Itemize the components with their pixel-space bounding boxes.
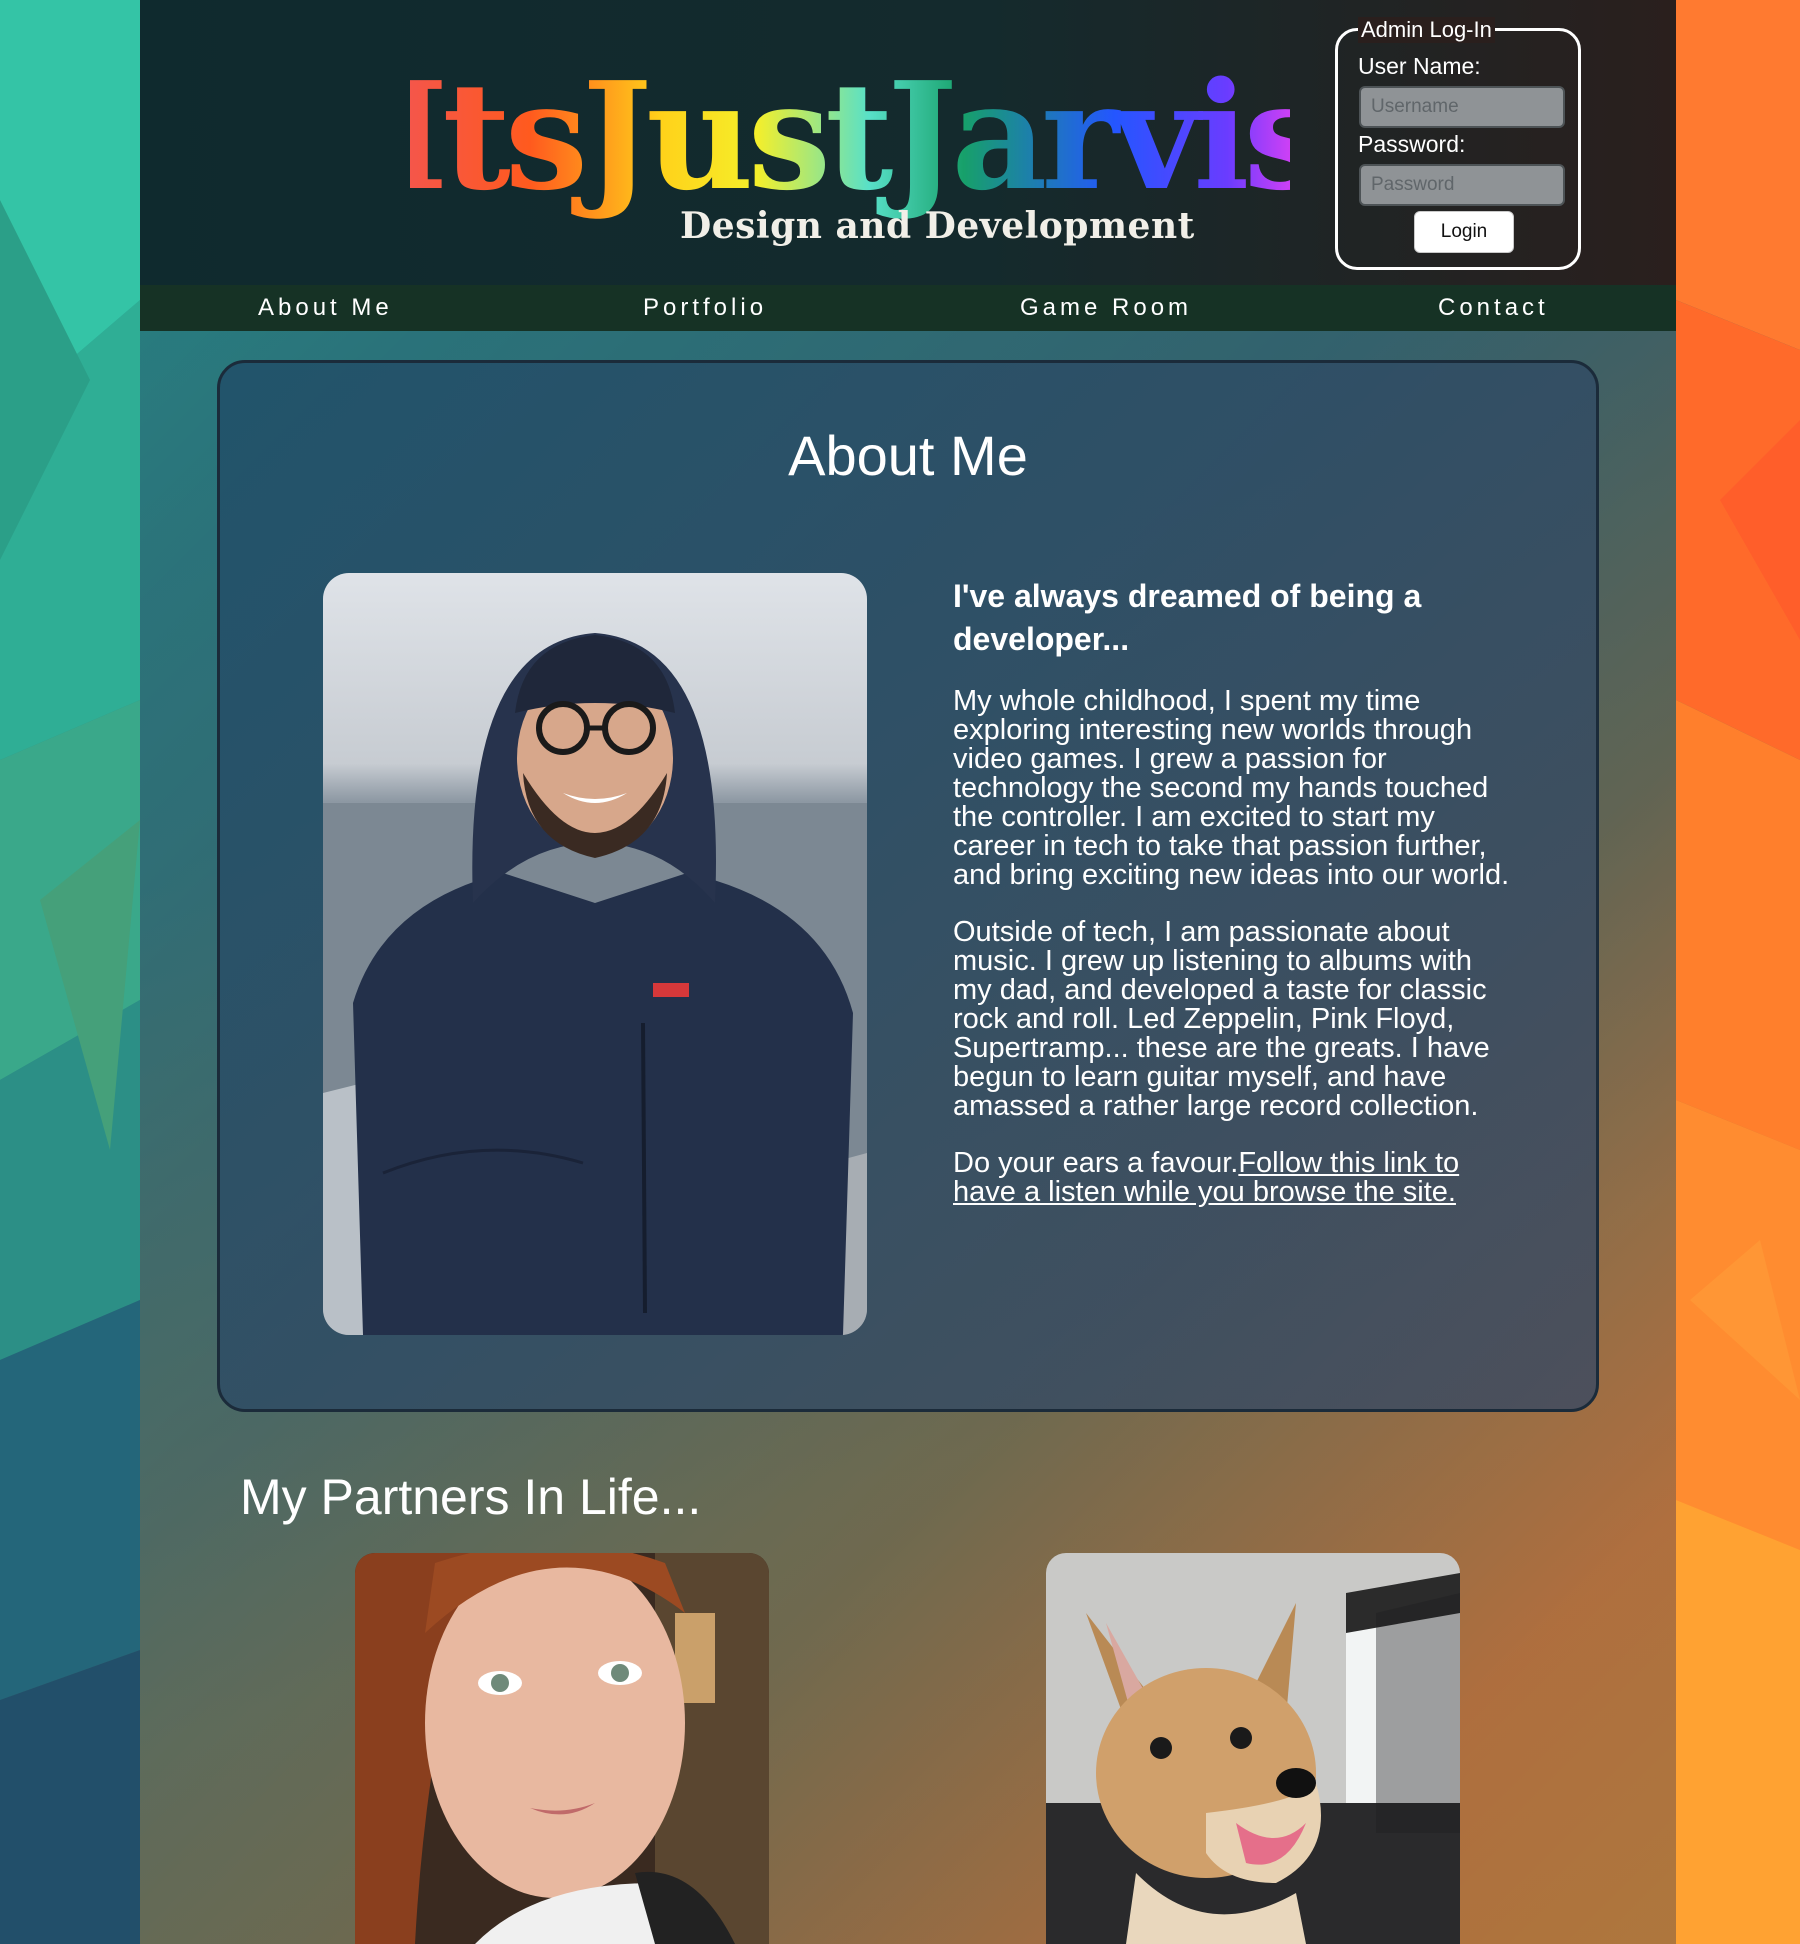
about-heading: I've always dreamed of being a developer… [953,578,1422,657]
about-text-column: I've always dreamed of being a developer… [953,575,1513,1235]
logo-wordmark: ItsJustJarvis [410,49,1290,223]
partners-title: My Partners In Life... [240,1469,702,1525]
partner-photo-dog [1046,1553,1460,1944]
main-nav: About Me Portfolio Game Room Contact [140,285,1676,331]
site-tagline: Design and Development [680,205,1195,247]
profile-photo [323,573,867,1335]
nav-item-portfolio[interactable]: Portfolio [643,294,767,322]
admin-login-box: Admin Log-In User Name: Password: Login [1335,17,1581,270]
partner-photo-woman [355,1553,769,1944]
about-me-title: About Me [788,424,1028,487]
site-container: ItsJustJarvis Design and Development Adm… [140,0,1676,1944]
nav-item-contact[interactable]: Contact [1438,294,1549,322]
password-input[interactable] [1359,164,1565,206]
admin-login-legend: Admin Log-In [1358,17,1495,43]
username-label: User Name: [1358,53,1481,79]
site-header: ItsJustJarvis Design and Development Adm… [140,0,1676,285]
nav-item-about-me[interactable]: About Me [258,294,393,322]
about-paragraph-tech: My whole childhood, I spent my time expl… [953,685,1510,891]
about-paragraph-music: Outside of tech, I am passionate about m… [953,916,1490,1122]
nav-item-game-room[interactable]: Game Room [1020,294,1192,322]
login-button[interactable]: Login [1414,211,1514,253]
username-input[interactable] [1359,86,1565,128]
link-lead-text: Do your ears a favour. [953,1147,1239,1179]
about-paragraph-link: Do your ears a favour.Follow this link t… [953,1149,1513,1207]
password-label: Password: [1358,131,1466,157]
about-me-panel: About Me I've always dreamed of being a … [217,360,1599,1412]
